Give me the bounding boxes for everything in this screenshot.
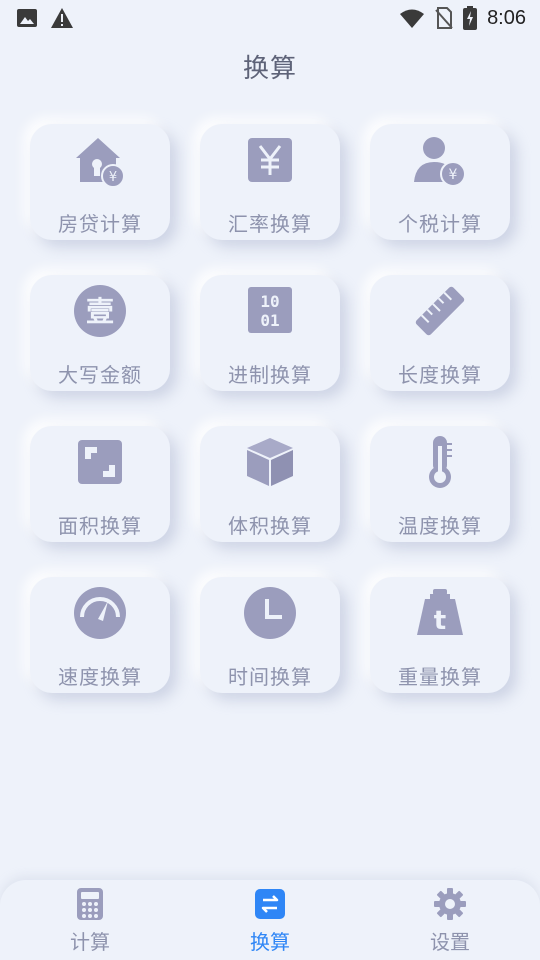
tile-speed[interactable]: 速度换算 [30,577,170,693]
svg-text:¥: ¥ [449,167,458,183]
tile-income-tax[interactable]: ¥ 个税计算 [370,124,510,240]
tile-label: 速度换算 [58,665,142,689]
gear-icon [433,886,467,922]
tile-label: 房贷计算 [58,212,142,236]
nav-label: 设置 [430,930,470,954]
clock-icon [242,585,298,641]
svg-text:¥: ¥ [109,170,117,185]
tile-base-conversion[interactable]: 10 01 进制换算 [200,275,340,391]
tile-label: 长度换算 [398,363,482,387]
tile-label: 重量换算 [398,665,482,689]
tile-label: 时间换算 [228,665,312,689]
tile-label: 进制换算 [228,363,312,387]
tile-label: 个税计算 [398,212,482,236]
nav-label: 计算 [70,930,110,954]
tile-area[interactable]: 面积换算 [30,426,170,542]
tile-length[interactable]: 长度换算 [370,275,510,391]
nav-label: 换算 [250,930,290,954]
nav-item-convert[interactable]: 换算 [210,880,330,955]
tile-label: 面积换算 [58,514,142,538]
cube-icon [242,434,298,490]
nav-item-calculate[interactable]: 计算 [30,880,150,955]
tile-label: 汇率换算 [228,212,312,236]
tile-time[interactable]: 时间换算 [200,577,340,693]
tile-label: 大写金额 [58,363,142,387]
tile-volume[interactable]: 体积换算 [200,426,340,542]
speedometer-icon [72,585,128,641]
tile-exchange-rate[interactable]: 汇率换算 [200,124,340,240]
svg-text:壹: 壹 [86,295,114,328]
yuan-square-icon [242,132,298,188]
calculator-icon [77,886,103,922]
svg-text:t: t [434,606,446,636]
person-yuan-icon: ¥ [412,132,468,188]
binary-icon: 10 01 [242,283,298,339]
bottom-nav: 计算 换算 设置 [0,880,540,960]
house-yuan-icon: ¥ [72,132,128,188]
weight-icon: t [412,585,468,641]
ruler-icon [412,283,468,339]
tile-capital-amount[interactable]: 壹 大写金额 [30,275,170,391]
svg-text:10: 10 [260,292,279,311]
tile-weight[interactable]: t 重量换算 [370,577,510,693]
convert-icon [255,886,285,922]
tile-label: 温度换算 [398,514,482,538]
converter-grid: ¥ 房贷计算 汇率换算 ¥ 个税计算 壹 大写金额 10 01 进制换算 长度换… [0,0,540,760]
area-square-icon [72,434,128,490]
tile-mortgage[interactable]: ¥ 房贷计算 [30,124,170,240]
tile-label: 体积换算 [228,514,312,538]
capital-number-icon: 壹 [72,283,128,339]
nav-item-settings[interactable]: 设置 [390,880,510,955]
svg-text:01: 01 [260,311,279,330]
tile-temperature[interactable]: 温度换算 [370,426,510,542]
thermometer-icon [412,434,468,490]
